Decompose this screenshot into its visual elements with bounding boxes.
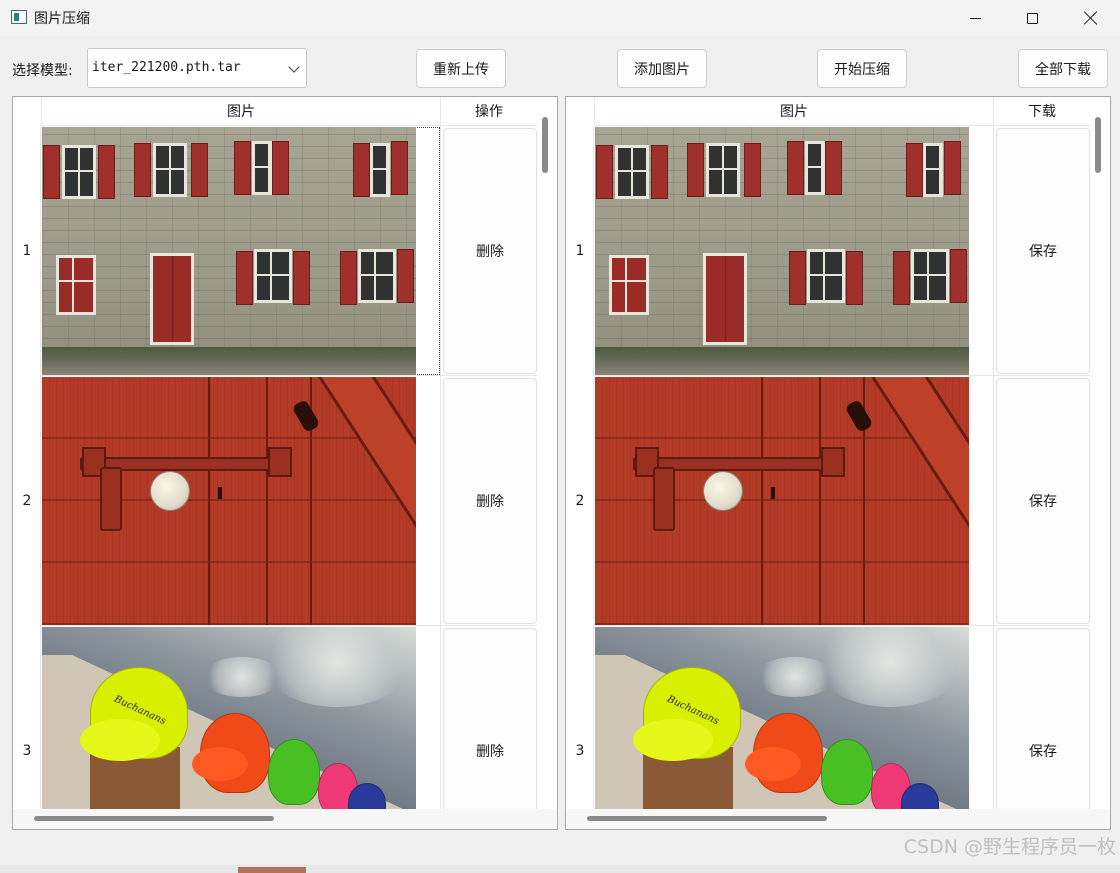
row-number[interactable]: 3 [566, 626, 593, 810]
table-row[interactable]: 保存 [594, 126, 1090, 376]
table-body: 保存 保存 Buchanans 保存 [594, 126, 1090, 810]
download-all-button[interactable]: 全部下载 [1018, 49, 1108, 88]
image-cell[interactable] [41, 126, 441, 376]
maximize-icon [1026, 12, 1038, 24]
table-row[interactable]: Buchanans 删除 [41, 626, 537, 810]
column-header-image[interactable]: 图片 [594, 97, 994, 126]
app-window-icon [11, 10, 27, 24]
row-number[interactable]: 1 [566, 126, 593, 376]
minimize-button[interactable] [946, 0, 1004, 36]
table-row[interactable]: 保存 [594, 376, 1090, 626]
save-button[interactable]: 保存 [996, 628, 1090, 810]
image-cell[interactable]: Buchanans [594, 626, 994, 810]
row-number[interactable]: 1 [13, 126, 40, 376]
save-button[interactable]: 保存 [996, 378, 1090, 624]
minimize-icon [969, 17, 981, 19]
title-bar[interactable]: 图片压缩 [0, 0, 1120, 36]
reupload-button[interactable]: 重新上传 [416, 49, 506, 88]
table-corner[interactable] [13, 97, 41, 126]
column-header-download[interactable]: 下载 [994, 97, 1090, 126]
compressed-image-table[interactable]: 图片 下载 1 2 3 保存 保存 Buchanans 保存 [565, 96, 1111, 830]
red-door-photo [595, 377, 969, 625]
start-compress-button[interactable]: 开始压缩 [817, 49, 907, 88]
model-select-value: iter_221200.pth.tar [92, 60, 241, 75]
delete-button[interactable]: 删除 [443, 628, 537, 810]
vertical-scrollbar[interactable] [1095, 117, 1101, 173]
watermark: CSDN @野生程序员一枚 [903, 836, 1116, 858]
red-door-photo [42, 377, 416, 625]
source-image-table[interactable]: 图片 操作 1 2 3 删除 删除 Buchanans 删除 [12, 96, 558, 830]
row-number[interactable]: 3 [13, 626, 40, 810]
row-number[interactable]: 2 [566, 376, 593, 626]
building-wall-photo [595, 127, 969, 375]
image-cell[interactable] [594, 126, 994, 376]
horizontal-scrollbar[interactable] [587, 816, 827, 821]
column-header-action[interactable]: 操作 [441, 97, 537, 126]
table-corner[interactable] [566, 97, 594, 126]
app-window: 图片压缩 选择模型: iter_221200.pth.tar 重新上传 添加图片… [0, 0, 1120, 865]
background-window-strip [0, 865, 1120, 873]
add-image-button[interactable]: 添加图片 [617, 49, 707, 88]
caps-photo: Buchanans [42, 627, 416, 810]
close-icon [1084, 11, 1098, 25]
table-body: 删除 删除 Buchanans 删除 [41, 126, 537, 810]
model-select[interactable]: iter_221200.pth.tar [87, 48, 307, 88]
caps-photo: Buchanans [595, 627, 969, 810]
delete-button[interactable]: 删除 [443, 128, 537, 374]
delete-button[interactable]: 删除 [443, 378, 537, 624]
table-row[interactable]: Buchanans 保存 [594, 626, 1090, 810]
row-header: 1 2 3 [566, 126, 594, 810]
building-wall-photo [42, 127, 416, 375]
maximize-button[interactable] [1003, 0, 1061, 36]
image-cell[interactable]: Buchanans [41, 626, 441, 810]
image-cell[interactable] [594, 376, 994, 626]
vertical-scrollbar[interactable] [542, 117, 548, 173]
table-row[interactable]: 删除 [41, 376, 537, 626]
save-button[interactable]: 保存 [996, 128, 1090, 374]
model-label: 选择模型: [12, 63, 73, 79]
image-cell[interactable] [41, 376, 441, 626]
window-title: 图片压缩 [34, 11, 90, 27]
horizontal-scrollbar[interactable] [34, 816, 274, 821]
row-header: 1 2 3 [13, 126, 41, 810]
table-row[interactable]: 删除 [41, 126, 537, 376]
chevron-down-icon [288, 61, 300, 73]
column-header-image[interactable]: 图片 [41, 97, 441, 126]
close-button[interactable] [1062, 0, 1120, 36]
row-number[interactable]: 2 [13, 376, 40, 626]
